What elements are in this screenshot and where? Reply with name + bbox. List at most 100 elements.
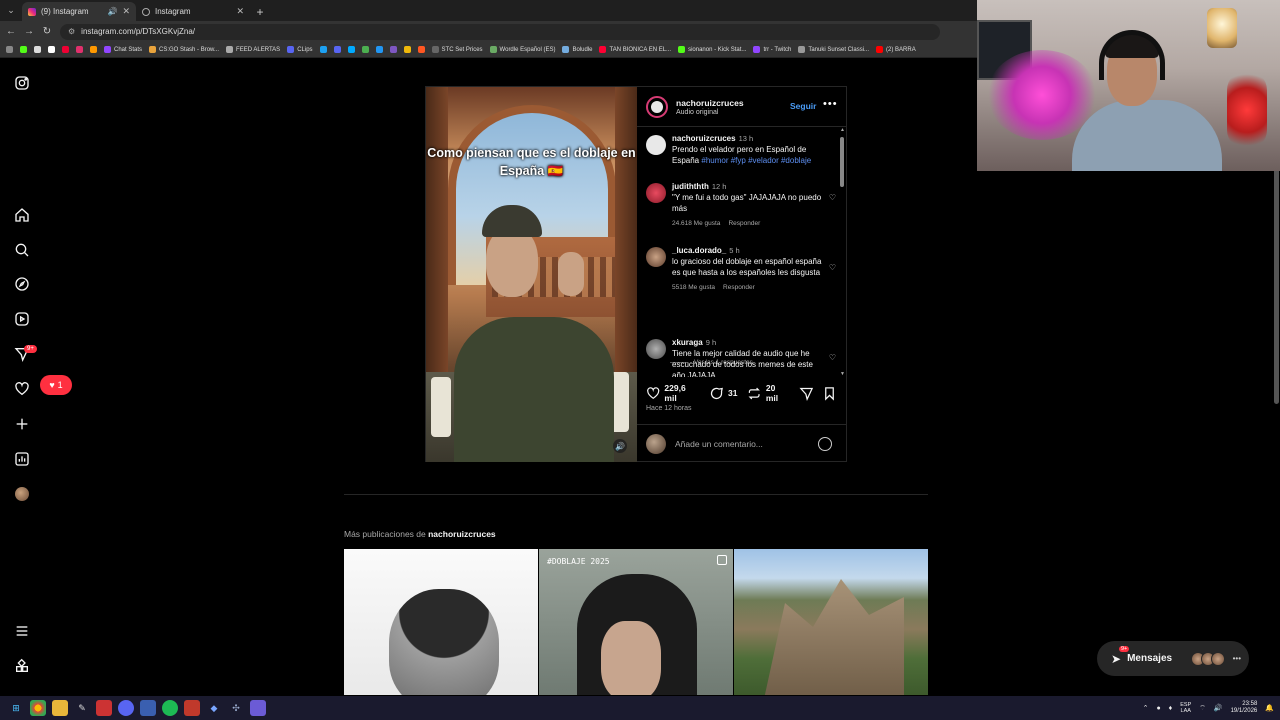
reel-video[interactable]: Como piensan que es el doblaje en España… — [426, 87, 637, 462]
address-bar[interactable]: ⚙ instagram.com/p/DTsXGKvjZna/ — [60, 23, 940, 40]
dashboard-chart-icon[interactable] — [12, 449, 32, 469]
bookmark-icon[interactable] — [90, 46, 97, 53]
bookmark-icon[interactable] — [319, 46, 327, 53]
comment-username[interactable]: _luca.dorado_ — [672, 246, 726, 255]
bookmark-wordle[interactable]: Wordle Español (ES) — [489, 46, 555, 53]
bookmark-icon[interactable] — [20, 46, 27, 53]
reply-button[interactable]: Responder — [728, 220, 760, 227]
bookmark-clips[interactable]: CLips — [287, 46, 313, 53]
app-icon[interactable] — [250, 700, 266, 716]
bookmark-icon[interactable] — [389, 46, 397, 53]
comment-username[interactable]: judiththth — [672, 182, 709, 191]
new-tab-button[interactable]: + — [250, 2, 270, 21]
start-windows-icon[interactable]: ⊞ — [8, 700, 24, 716]
forward-icon[interactable]: → — [24, 26, 34, 37]
comment-button[interactable]: 31 — [709, 386, 737, 401]
like-comment-heart-icon[interactable]: ♡ — [829, 353, 836, 362]
bookmark-feed-alertas[interactable]: FEED ALERTAS — [226, 46, 280, 53]
more-post-thumbnail[interactable] — [344, 549, 538, 695]
commenter-avatar[interactable] — [646, 247, 666, 267]
notifications-tooltip[interactable]: ♥ 1 — [40, 375, 72, 395]
bookmark-kick-stats[interactable]: sionanon - Kick Stat... — [678, 46, 746, 53]
audio-label[interactable]: Audio original — [676, 109, 744, 116]
scroll-down-arrow-icon[interactable]: ▼ — [840, 371, 845, 377]
steam-icon[interactable]: ✎ — [74, 700, 90, 716]
scroll-up-arrow-icon[interactable]: ▲ — [840, 127, 845, 133]
bookmark-tan-bionica[interactable]: TAN BIONICA EN EL... — [599, 46, 671, 53]
comment-input[interactable]: Añade un comentario... — [675, 439, 818, 449]
more-posts-user[interactable]: nachoruizcruces — [428, 529, 496, 539]
reload-icon[interactable]: ↻ — [42, 26, 52, 37]
bookmark-csgo-stash[interactable]: CS:GO Stash - Brow... — [149, 46, 219, 53]
bookmark-icon[interactable] — [333, 46, 341, 53]
language-indicator[interactable]: ESP LAA — [1180, 702, 1191, 714]
author-username[interactable]: nachoruizcruces — [676, 98, 744, 108]
also-from-meta-icon[interactable] — [12, 656, 32, 676]
comment-username[interactable]: xkuraga — [672, 338, 703, 347]
search-icon[interactable] — [12, 240, 32, 260]
home-icon[interactable] — [12, 205, 32, 225]
bookmark-stc-prices[interactable]: STC Set Prices — [431, 46, 483, 53]
comment-likes[interactable]: 24.618 Me gusta — [672, 220, 720, 227]
instagram-logo-icon[interactable] — [12, 73, 32, 93]
comments-scroll-thumb[interactable] — [840, 137, 844, 187]
bookmark-icon[interactable] — [403, 46, 411, 53]
like-comment-heart-icon[interactable]: ♡ — [829, 263, 836, 272]
app-icon[interactable]: ✣ — [228, 700, 244, 716]
commenter-avatar[interactable] — [646, 135, 666, 155]
emoji-icon[interactable] — [818, 436, 832, 451]
sound-icon[interactable]: 🔊 — [613, 439, 627, 453]
commenter-avatar[interactable] — [646, 339, 666, 359]
file-explorer-icon[interactable] — [52, 700, 68, 716]
bookmark-icon[interactable] — [347, 46, 355, 53]
tray-app-icon[interactable]: ● — [1156, 705, 1160, 712]
close-tab-icon[interactable]: ✕ — [236, 6, 244, 17]
volume-icon[interactable]: 🔊 — [1214, 704, 1223, 712]
bookmark-icon[interactable] — [361, 46, 369, 53]
notification-bell-icon[interactable]: 🔔 — [1265, 704, 1274, 712]
clock[interactable]: 23:58 19/1/2026 — [1231, 701, 1258, 715]
save-button[interactable] — [822, 386, 837, 401]
bookmark-twitch[interactable]: trr - Twitch — [753, 46, 791, 53]
spotify-icon[interactable] — [162, 700, 178, 716]
tab-search-icon[interactable]: ⌄ — [0, 0, 22, 21]
app-icon[interactable]: ◆ — [206, 700, 222, 716]
follow-button[interactable]: Seguir — [790, 101, 816, 111]
bookmark-icon[interactable] — [34, 46, 41, 53]
more-post-thumbnail[interactable]: #DOBLAJE 2025 — [539, 549, 733, 695]
discord-icon[interactable] — [118, 700, 134, 716]
bookmark-tanuki[interactable]: Tanuki Sunset Classi... — [798, 46, 869, 53]
app-icon[interactable] — [96, 700, 112, 716]
wifi-icon[interactable]: ⌔ — [1199, 704, 1206, 713]
app-icon[interactable] — [184, 700, 200, 716]
notifications-heart-icon[interactable] — [12, 379, 32, 399]
comment-username[interactable]: nachoruizcruces — [672, 134, 736, 143]
tray-expand-icon[interactable]: ⌃ — [1143, 704, 1149, 712]
tray-app-icon[interactable]: ♦ — [1169, 705, 1173, 712]
create-plus-icon[interactable] — [12, 414, 32, 434]
comments-scrollbar[interactable]: ▲ ▼ — [840, 127, 845, 377]
site-info-icon[interactable]: ⚙ — [68, 27, 75, 36]
apps-icon[interactable] — [6, 46, 13, 53]
share-button[interactable] — [799, 386, 814, 401]
bookmark-icon[interactable] — [417, 46, 425, 53]
tab-instagram[interactable]: Instagram ✕ — [136, 2, 250, 21]
more-post-thumbnail[interactable] — [734, 549, 928, 695]
reels-icon[interactable] — [12, 309, 32, 329]
like-button[interactable]: 229,6 mil — [646, 383, 699, 403]
bookmark-barra[interactable]: (2) BARRA — [876, 46, 916, 53]
reply-button[interactable]: Responder — [723, 284, 755, 291]
menu-hamburger-icon[interactable] — [12, 621, 32, 641]
bookmark-icon[interactable] — [62, 46, 69, 53]
hashtags[interactable]: #humor #fyp #velador #doblaje — [701, 156, 811, 165]
back-icon[interactable]: ← — [6, 26, 16, 37]
close-tab-icon[interactable]: ✕ — [122, 6, 130, 17]
chrome-icon[interactable] — [30, 700, 46, 716]
bookmark-chat-stats[interactable]: Chat Stats — [104, 46, 142, 53]
speaker-icon[interactable]: 🔊 — [107, 7, 117, 16]
explore-icon[interactable] — [12, 274, 32, 294]
comment-likes[interactable]: 5518 Me gusta — [672, 284, 715, 291]
bookmark-icon[interactable] — [76, 46, 83, 53]
tab-instagram-active[interactable]: (9) Instagram 🔊 ✕ — [22, 2, 136, 21]
bookmark-icon[interactable] — [375, 46, 383, 53]
